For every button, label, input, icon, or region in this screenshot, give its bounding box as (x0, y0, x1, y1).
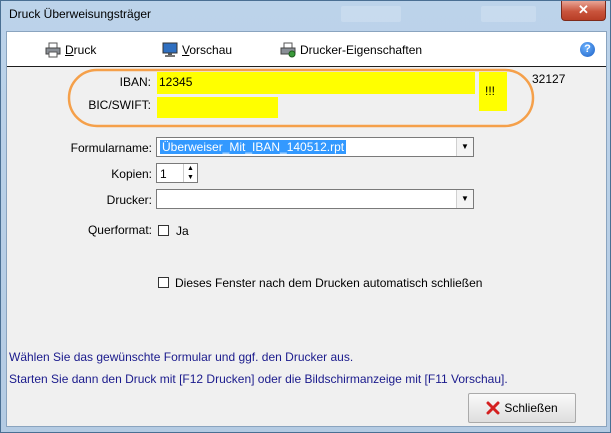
preview-button[interactable]: Vorschau (162, 41, 232, 59)
querformat-ja-label: Ja (176, 224, 189, 238)
bic-field[interactable] (157, 97, 278, 118)
chevron-down-icon[interactable]: ▼ (183, 173, 197, 182)
kopien-label: Kopien: (111, 167, 152, 181)
preview-label: orschau (189, 43, 233, 57)
warning-text: !!! (485, 84, 496, 98)
window-title: Druck Überweisungsträger (9, 7, 152, 21)
iban-field[interactable]: 12345 (157, 72, 475, 94)
printer-icon (45, 42, 61, 58)
info-line-2: Starten Sie dann den Druck mit [F12 Druc… (9, 372, 508, 386)
formular-value: Überweiser_Mit_IBAN_140512.rpt (160, 140, 347, 154)
print-mnemonic: D (65, 43, 74, 57)
dialog-body: Druck Vorschau Drucker-Eigenschaften ? I… (6, 31, 607, 427)
window-close-button[interactable]: ✕ (561, 1, 606, 21)
drucker-label: Drucker: (106, 193, 152, 207)
querformat-label: Querformat: (87, 223, 152, 237)
toolbar: Druck Vorschau Drucker-Eigenschaften ? (7, 32, 606, 67)
printer-properties-button[interactable]: Drucker-Eigenschaften (280, 41, 422, 59)
kopien-value: 1 (160, 167, 167, 181)
chevron-up-icon[interactable]: ▲ (183, 164, 197, 173)
monitor-icon (162, 42, 178, 57)
chevron-down-icon[interactable]: ▼ (456, 138, 473, 156)
account-number: 32127 (532, 72, 566, 86)
print-label: ruck (73, 43, 97, 57)
querformat-checkbox[interactable] (158, 225, 169, 236)
background-ghost-element (481, 6, 536, 22)
help-icon[interactable]: ? (580, 42, 595, 57)
background-ghost-element (341, 6, 401, 22)
formular-combobox[interactable]: Überweiser_Mit_IBAN_140512.rpt ▼ (156, 137, 474, 157)
close-button-label: Schließen (504, 401, 558, 415)
info-line-1: Wählen Sie das gewünschte Formular und g… (9, 350, 354, 364)
printer-properties-label: Drucker-Eigenschaften (300, 43, 423, 57)
warning-box: !!! (479, 72, 507, 111)
formular-label: Formularname: (70, 141, 152, 155)
autoclose-checkbox[interactable] (158, 277, 169, 288)
red-x-icon (486, 401, 500, 415)
autoclose-label: Dieses Fenster nach dem Drucken automati… (175, 276, 483, 290)
bic-label: BIC/SWIFT: (88, 98, 151, 112)
close-button[interactable]: Schließen (468, 393, 576, 423)
print-button[interactable]: Druck (45, 41, 96, 59)
iban-value: 12345 (159, 75, 193, 89)
title-bar[interactable]: Druck Überweisungsträger ✕ (1, 1, 610, 28)
iban-label: IBAN: (119, 75, 151, 89)
kopien-stepper[interactable]: 1 ▲ ▼ (156, 163, 198, 183)
chevron-down-icon[interactable]: ▼ (456, 190, 473, 208)
printer-settings-icon (280, 42, 296, 58)
print-dialog: Druck Überweisungsträger ✕ Druck Vorscha… (0, 0, 611, 433)
drucker-combobox[interactable]: ▼ (156, 189, 474, 209)
